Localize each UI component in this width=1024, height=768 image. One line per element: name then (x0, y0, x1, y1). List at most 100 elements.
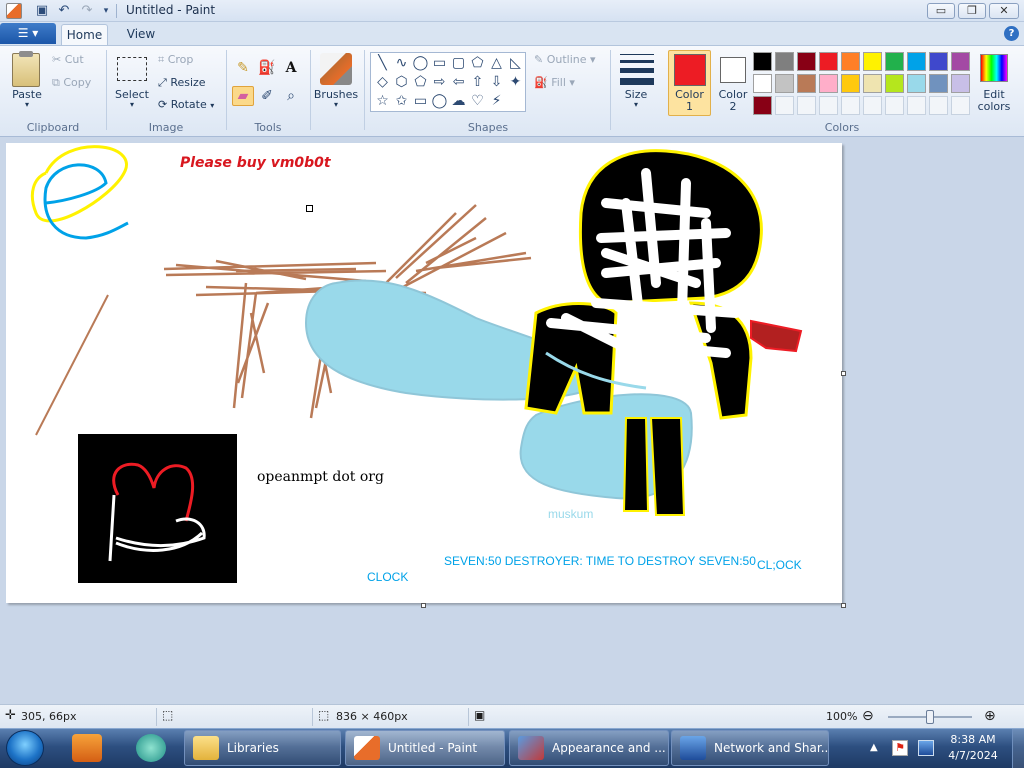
taskbar-network[interactable]: Network and Shar... (671, 730, 829, 766)
select-icon[interactable] (117, 57, 147, 81)
palette-swatch[interactable] (929, 52, 948, 71)
tab-view[interactable]: View (116, 24, 166, 46)
palette-swatch[interactable] (885, 74, 904, 93)
close-button[interactable]: ✕ (989, 3, 1019, 19)
shape-option[interactable]: ◺ (507, 55, 524, 72)
save-icon[interactable]: ▣ (34, 3, 50, 19)
palette-swatch[interactable] (907, 96, 926, 115)
show-desktop-button[interactable] (1012, 729, 1024, 768)
paint-app-icon[interactable] (6, 3, 22, 19)
palette-swatch[interactable] (753, 52, 772, 71)
shape-option[interactable]: ▢ (450, 55, 467, 72)
palette-swatch[interactable] (797, 74, 816, 93)
shape-option[interactable]: ╲ (374, 55, 391, 72)
browser-icon[interactable] (136, 734, 166, 762)
fill-button[interactable]: ⛽ Fill ▾ (534, 74, 575, 92)
crop-button[interactable]: ⌗ Crop (158, 51, 193, 69)
palette-swatch[interactable] (863, 96, 882, 115)
palette-swatch[interactable] (863, 74, 882, 93)
shape-option[interactable]: ⇨ (431, 74, 448, 91)
shape-option[interactable]: ☁ (450, 93, 467, 110)
shape-option[interactable]: ▭ (431, 55, 448, 72)
palette-swatch[interactable] (797, 52, 816, 71)
palette-swatch[interactable] (929, 74, 948, 93)
shape-option[interactable]: ∿ (393, 55, 410, 72)
brushes-icon[interactable] (320, 53, 352, 85)
palette-swatch[interactable] (951, 96, 970, 115)
shape-option[interactable]: ◯ (412, 55, 429, 72)
palette-swatch[interactable] (907, 74, 926, 93)
shape-option[interactable]: ✦ (507, 74, 524, 91)
brushes-dropdown-icon[interactable]: ▾ (312, 100, 360, 109)
action-center-icon[interactable]: ⚑ (892, 740, 908, 756)
palette-swatch[interactable] (885, 52, 904, 71)
shape-option[interactable]: ◇ (374, 74, 391, 91)
size-icon[interactable] (620, 54, 654, 85)
canvas-resize-handle-corner[interactable] (841, 603, 846, 608)
palette-swatch[interactable] (819, 74, 838, 93)
cut-button[interactable]: ✂ Cut (52, 51, 84, 69)
customize-quick-access-icon[interactable]: ▾ (98, 3, 114, 19)
canvas-drawing[interactable] (6, 143, 842, 603)
palette-swatch[interactable] (885, 96, 904, 115)
tab-home[interactable]: Home (61, 24, 108, 46)
shape-option[interactable]: ⇩ (488, 74, 505, 91)
taskbar-appearance[interactable]: Appearance and ... (509, 730, 669, 766)
taskbar-libraries[interactable]: Libraries (184, 730, 341, 766)
paint-menu-button[interactable]: ☰ ▾ (0, 23, 56, 44)
shape-option[interactable]: ▭ (412, 93, 429, 110)
restore-button[interactable]: ❐ (958, 3, 986, 19)
edit-colors-label-2[interactable]: colors (974, 100, 1014, 113)
palette-swatch[interactable] (863, 52, 882, 71)
redo-icon[interactable]: ↷ (79, 3, 95, 19)
eraser-icon[interactable]: ▰ (232, 86, 254, 106)
shape-option[interactable]: ☆ (374, 93, 391, 110)
zoom-out-icon[interactable]: ⊖ (862, 708, 874, 724)
taskbar-clock[interactable]: 8:38 AM 4/7/2024 (946, 732, 1000, 764)
drawing-canvas[interactable]: Please buy vm0b0t opeanmpt dot org musku… (6, 143, 842, 603)
pencil-icon[interactable]: ✎ (232, 58, 254, 78)
minimize-button[interactable]: ▭ (927, 3, 955, 19)
media-player-icon[interactable] (72, 734, 102, 762)
help-icon[interactable]: ? (1004, 26, 1019, 41)
magnifier-icon[interactable]: ⌕ (280, 86, 302, 106)
zoom-in-icon[interactable]: ⊕ (984, 708, 996, 724)
edit-colors-icon[interactable] (980, 54, 1008, 82)
shape-option[interactable]: ⚡ (488, 93, 505, 110)
palette-swatch[interactable] (951, 74, 970, 93)
start-button[interactable] (6, 730, 44, 766)
palette-swatch[interactable] (841, 52, 860, 71)
palette-swatch[interactable] (819, 52, 838, 71)
shape-option[interactable]: ♡ (469, 93, 486, 110)
resize-button[interactable]: ⤢ Resize (158, 74, 206, 92)
outline-button[interactable]: ✎ Outline ▾ (534, 51, 596, 69)
palette-swatch[interactable] (819, 96, 838, 115)
shape-option[interactable]: ⇧ (469, 74, 486, 91)
shape-option[interactable]: ⇦ (450, 74, 467, 91)
show-hidden-icons[interactable]: ▲ (870, 742, 878, 753)
shape-option[interactable]: ⬠ (469, 55, 486, 72)
palette-swatch[interactable] (775, 74, 794, 93)
paste-dropdown-icon[interactable]: ▾ (10, 100, 44, 109)
palette-swatch[interactable] (797, 96, 816, 115)
color-picker-icon[interactable]: ✐ (256, 86, 278, 106)
palette-swatch[interactable] (929, 96, 948, 115)
palette-swatch[interactable] (775, 96, 794, 115)
fill-bucket-icon[interactable]: ⛽ (256, 58, 278, 78)
taskbar-paint[interactable]: Untitled - Paint (345, 730, 505, 766)
rotate-button[interactable]: ⟳ Rotate ▾ (158, 96, 214, 114)
palette-swatch[interactable] (841, 74, 860, 93)
palette-swatch[interactable] (753, 74, 772, 93)
color2-swatch[interactable] (720, 57, 746, 83)
shape-option[interactable]: ⬡ (393, 74, 410, 91)
select-dropdown-icon[interactable]: ▾ (112, 100, 152, 109)
copy-button[interactable]: ⧉ Copy (52, 74, 91, 92)
palette-swatch[interactable] (753, 96, 772, 115)
paste-icon[interactable] (12, 51, 40, 87)
undo-icon[interactable]: ↶ (56, 3, 72, 19)
canvas-resize-handle-right[interactable] (841, 371, 846, 376)
palette-swatch[interactable] (841, 96, 860, 115)
canvas-resize-handle-bottom[interactable] (421, 603, 426, 608)
shape-option[interactable]: ◯ (431, 93, 448, 110)
text-tool-icon[interactable]: A (280, 58, 302, 78)
